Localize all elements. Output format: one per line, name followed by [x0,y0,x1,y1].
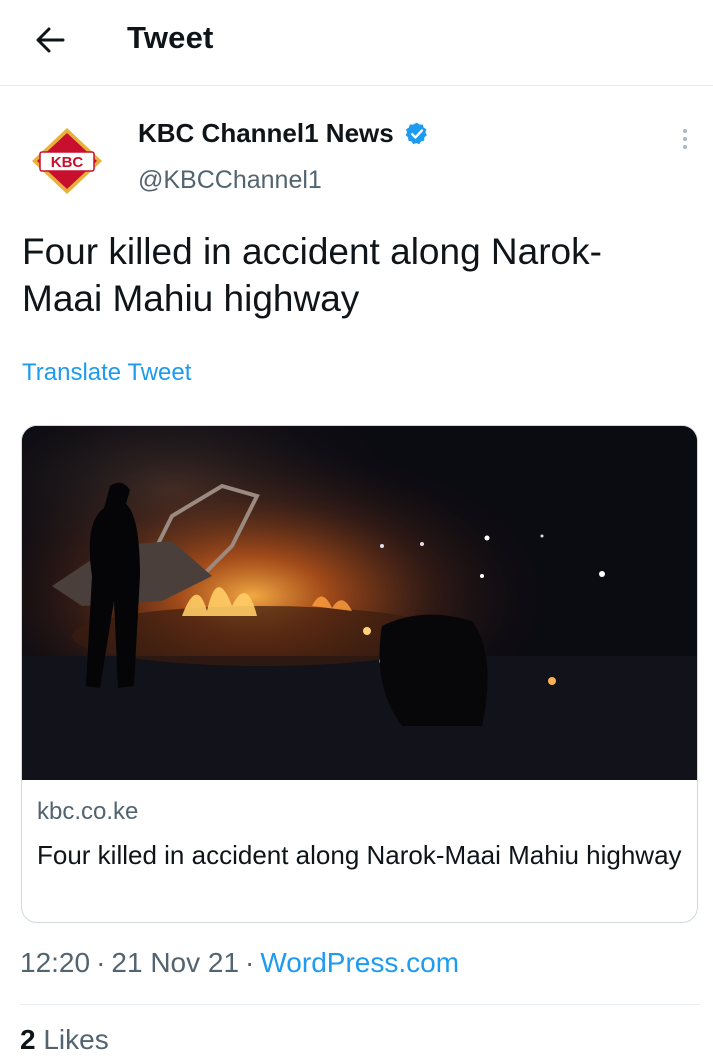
more-options-button[interactable] [670,122,700,156]
display-name[interactable]: KBC Channel1 News [138,118,394,149]
back-button[interactable] [28,20,72,60]
likes-stat[interactable]: 2 Likes [20,1024,109,1056]
card-domain: kbc.co.ke [37,798,139,825]
page-title: Tweet [127,20,214,55]
author-handle[interactable]: @KBCChannel1 [138,166,322,195]
card-image [22,426,697,780]
avatar[interactable]: KBC [24,118,110,204]
svg-text:KBC: KBC [51,154,84,171]
top-bar: Tweet [0,0,713,86]
tweet-source-link[interactable]: WordPress.com [260,947,459,978]
link-preview-card[interactable]: kbc.co.ke Four killed in accident along … [21,425,698,923]
tweet-meta: 12:20 · 21 Nov 21 · WordPress.com [20,947,459,979]
tweet-text: Four killed in accident along Narok-Maai… [22,231,602,319]
tweet-date: 21 Nov 21 [111,947,240,978]
name-row: KBC Channel1 News [138,118,430,149]
kbc-logo-icon: KBC [32,128,102,194]
meta-separator: · [96,947,106,978]
tweet-author: KBC KBC Channel1 News @KBCChannel1 [0,100,713,210]
more-vertical-icon [683,129,687,133]
tweet-time: 12:20 [20,947,91,978]
divider [20,1004,700,1005]
likes-count: 2 [20,1024,36,1055]
arrow-left-icon [36,27,65,53]
likes-label: Likes [43,1024,109,1055]
card-title: Four killed in accident along Narok-Maai… [37,840,682,870]
translate-tweet-link[interactable]: Translate Tweet [22,359,191,387]
meta-separator: · [245,947,255,978]
verified-badge-icon [405,122,427,144]
